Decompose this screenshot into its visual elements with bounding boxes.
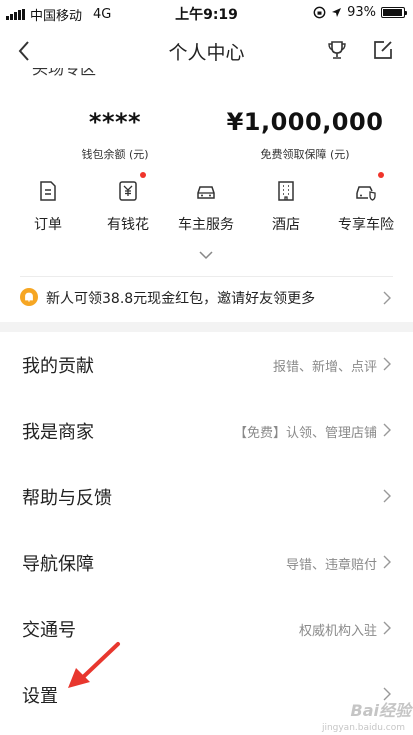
chevron-right-icon (383, 291, 391, 305)
menu-item-label: 帮助与反馈 (22, 488, 112, 509)
car-shield-icon (355, 172, 384, 202)
menu-item-merchant[interactable]: 我是商家 【免费】认领、管理店铺 (0, 398, 413, 464)
quick-action-label: 车主服务 (178, 217, 234, 233)
quick-actions: 订单 有钱花 车主服务 酒店 专享车险 (0, 172, 413, 240)
balance-label: 钱包余额 (元) (81, 148, 149, 161)
chevron-down-icon[interactable] (198, 250, 214, 260)
menu-item-label: 导航保障 (22, 554, 94, 575)
annotation-arrow-icon (68, 642, 120, 688)
quick-action-car-service[interactable]: 车主服务 (166, 180, 246, 234)
watermark-logo: Bai经验 (350, 701, 411, 720)
location-icon (332, 8, 342, 17)
menu-item-help-feedback[interactable]: 帮助与反馈 (0, 464, 413, 530)
quick-action-label: 专享车险 (338, 217, 394, 233)
promo-text: 新人可领38.8元现金红包，邀请好友领更多 (46, 291, 316, 307)
status-bar: 中国移动 4G 上午9:19 93% (0, 0, 413, 26)
quick-action-label: 订单 (34, 217, 62, 233)
chevron-right-icon (383, 621, 391, 635)
menu-item-label: 交通号 (22, 620, 76, 641)
menu-item-subtitle: 报错、新增、点评 (272, 360, 377, 375)
car-icon (195, 180, 217, 202)
coverage[interactable]: ¥1,000,000 免费领取保障 (元) (225, 108, 385, 162)
menu-item-subtitle: 导错、违章赔付 (285, 558, 377, 573)
menu-item-subtitle: 【免费】认领、管理店铺 (233, 426, 377, 441)
divider (20, 276, 393, 277)
balance-amount: **** (88, 108, 142, 136)
promo-banner[interactable]: 新人可领38.8元现金红包，邀请好友领更多 (20, 282, 393, 314)
battery-icon (381, 7, 407, 18)
menu-item-label: 设置 (22, 686, 58, 707)
partial-section-title: 头场专区 (32, 68, 97, 78)
quick-action-orders[interactable]: 订单 (8, 180, 88, 234)
menu-item-label: 我的贡献 (22, 356, 94, 377)
section-gap (0, 322, 413, 332)
quick-action-hotel[interactable]: 酒店 (246, 180, 326, 234)
menu-item-label: 我是商家 (22, 422, 94, 443)
page-title: 个人中心 (168, 42, 245, 64)
building-icon (275, 180, 297, 202)
quick-action-loan[interactable]: 有钱花 (88, 172, 168, 234)
document-icon (37, 180, 59, 202)
status-right: 93% (313, 5, 407, 20)
bell-icon (20, 288, 38, 306)
watermark-url: jingyan.baidu.com (321, 723, 405, 733)
menu-item-contributions[interactable]: 我的贡献 报错、新增、点评 (0, 332, 413, 398)
quick-action-label: 有钱花 (107, 217, 149, 233)
coverage-amount: ¥1,000,000 (226, 108, 384, 136)
quick-action-label: 酒店 (272, 217, 300, 233)
notification-badge (140, 172, 146, 178)
menu-item-navigation-protection[interactable]: 导航保障 导错、违章赔付 (0, 530, 413, 596)
chevron-right-icon (383, 489, 391, 503)
rotation-lock-icon (313, 6, 326, 19)
wallet-balance[interactable]: **** 钱包余额 (元) (45, 108, 185, 162)
chevron-right-icon (383, 357, 391, 371)
yuan-icon (117, 172, 146, 202)
chevron-right-icon (383, 423, 391, 437)
chevron-right-icon (383, 555, 391, 569)
trophy-icon[interactable] (326, 39, 348, 61)
notification-badge (378, 172, 384, 178)
edit-icon[interactable] (372, 39, 394, 61)
menu-item-subtitle: 权威机构入驻 (298, 624, 377, 639)
quick-action-car-insurance[interactable]: 专享车险 (326, 172, 406, 234)
coverage-label: 免费领取保障 (元) (260, 148, 350, 161)
battery-percent: 93% (347, 5, 376, 20)
